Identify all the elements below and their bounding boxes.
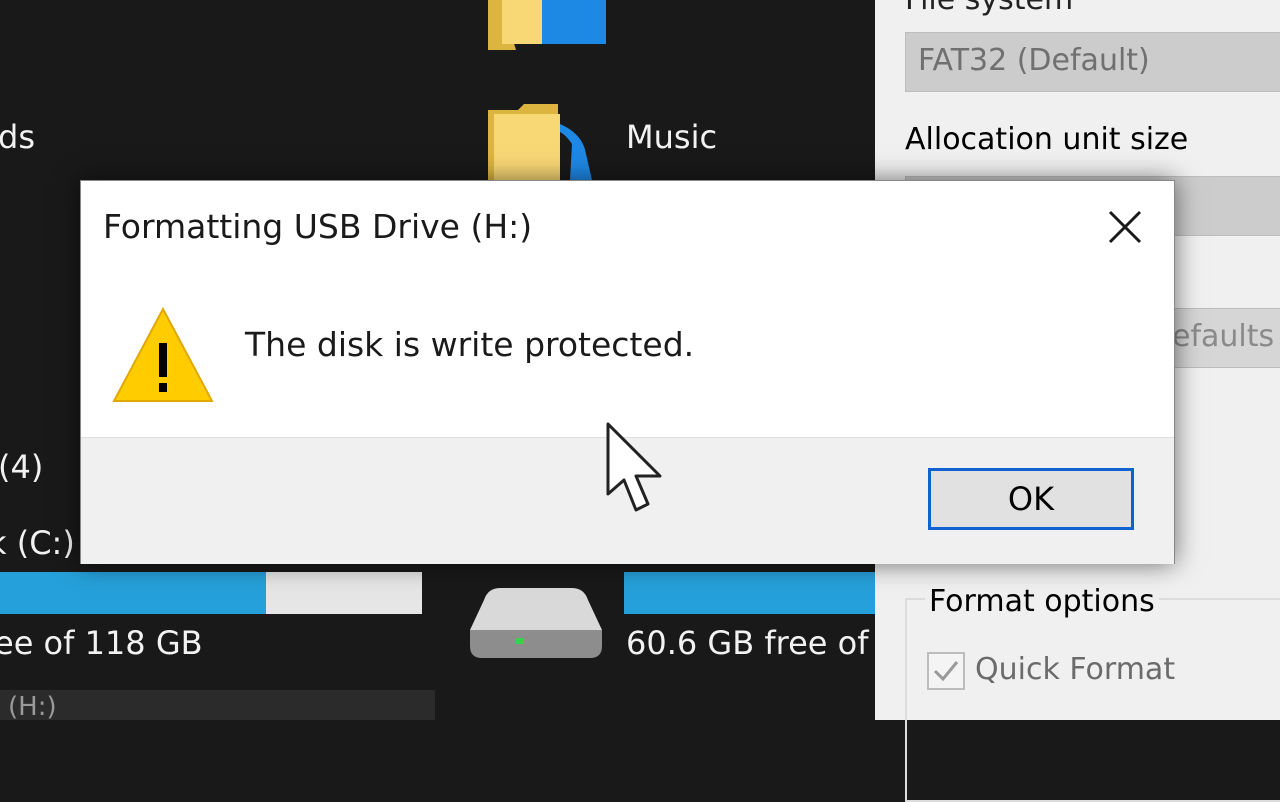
file-system-label: File system [905,0,1073,17]
dialog-message: The disk is write protected. [245,325,695,364]
mouse-cursor-icon [604,420,674,516]
check-icon [933,661,959,682]
warning-icon [111,305,215,405]
file-system-select[interactable]: FAT32 (Default) [905,32,1280,92]
format-options-label: Format options [925,584,1159,619]
c-drive-usage-fill [0,572,266,614]
dialog-body: The disk is write protected. [81,265,1174,437]
file-system-value: FAT32 (Default) [918,43,1150,78]
quick-format-label: Quick Format [975,652,1176,687]
d-drive-usage-bar [624,572,875,614]
ok-button[interactable]: OK [928,468,1134,530]
sidebar-item-music[interactable]: Music [626,118,717,156]
usb-drive-row[interactable]: (H:) [0,690,435,722]
restore-defaults-label: efaults [1172,319,1275,354]
d-drive-usage-fill [624,572,875,614]
devices-section-count: (4) [0,448,44,486]
dialog-title: Formatting USB Drive (H:) [103,207,533,246]
usb-drive-label: (H:) [8,692,57,722]
local-disk-label[interactable]: k (C:) [0,524,75,562]
format-options-group [905,598,1280,802]
c-drive-usage-bar [0,572,422,614]
folder-icon [488,0,606,50]
downloads-label[interactable]: ds [0,118,35,156]
close-icon [1108,210,1142,244]
quick-format-checkbox[interactable] [927,652,965,690]
close-button[interactable] [1101,203,1149,251]
music-folder-icon [488,100,600,180]
drive-free-space: 60.6 GB free of [626,624,869,662]
c-drive-free-space: ee of 118 GB [0,624,203,662]
drive-icon [470,588,602,658]
allocation-unit-size-label: Allocation unit size [905,122,1189,157]
